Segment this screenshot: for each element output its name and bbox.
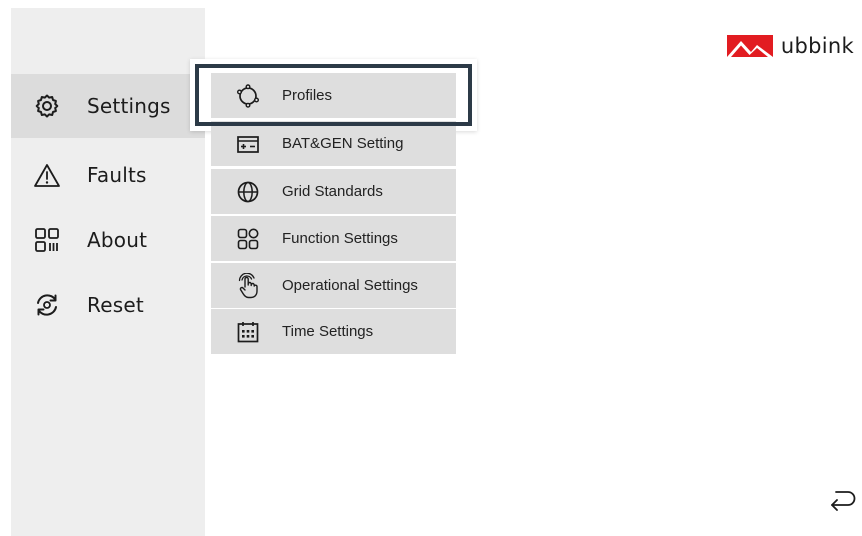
submenu-item-operational-settings[interactable]: Operational Settings xyxy=(211,263,456,308)
sidebar-item-settings[interactable]: Settings xyxy=(11,74,205,138)
warning-icon xyxy=(33,161,61,189)
submenu-item-label: Operational Settings xyxy=(282,277,418,294)
submenu-item-label: Time Settings xyxy=(282,323,374,340)
sidebar-item-reset[interactable]: Reset xyxy=(11,273,205,337)
battery-icon xyxy=(235,131,261,157)
submenu-item-profiles[interactable]: Profiles xyxy=(211,73,456,118)
ubbink-logo-mark xyxy=(726,35,773,57)
submenu-item-grid-standards[interactable]: Grid Standards xyxy=(211,169,456,214)
brand-logo: ubbink xyxy=(726,34,854,58)
submenu-item-bat-gen-setting[interactable]: BAT&GEN Setting xyxy=(211,121,456,166)
reset-icon xyxy=(33,291,61,319)
return-icon xyxy=(831,491,856,511)
brand-name: ubbink xyxy=(780,34,854,58)
hand-pointer-icon xyxy=(235,272,261,299)
sidebar-item-faults[interactable]: Faults xyxy=(11,143,205,207)
submenu-item-label: Function Settings xyxy=(282,230,398,247)
sidebar-item-about[interactable]: About xyxy=(11,208,205,272)
submenu-item-label: BAT&GEN Setting xyxy=(282,135,404,152)
back-button[interactable] xyxy=(828,486,858,514)
calendar-icon xyxy=(235,319,261,345)
sidebar-item-label: About xyxy=(87,228,148,252)
gear-icon xyxy=(33,92,61,120)
submenu-item-label: Profiles xyxy=(282,87,333,104)
grid-icon xyxy=(33,226,61,254)
sidebar-item-label: Reset xyxy=(87,293,144,317)
submenu-item-time-settings[interactable]: Time Settings xyxy=(211,309,456,354)
sidebar-item-label: Faults xyxy=(87,163,147,187)
settings-screen: Settings Faults About Reset Profiles BAT… xyxy=(0,0,862,536)
sidebar-item-label: Settings xyxy=(87,94,171,118)
function-grid-icon xyxy=(235,226,261,252)
globe-icon xyxy=(235,179,261,205)
sidebar: Settings Faults About Reset xyxy=(11,8,205,536)
profiles-icon xyxy=(235,83,261,109)
submenu-item-label: Grid Standards xyxy=(282,183,383,200)
submenu-item-function-settings[interactable]: Function Settings xyxy=(211,216,456,261)
